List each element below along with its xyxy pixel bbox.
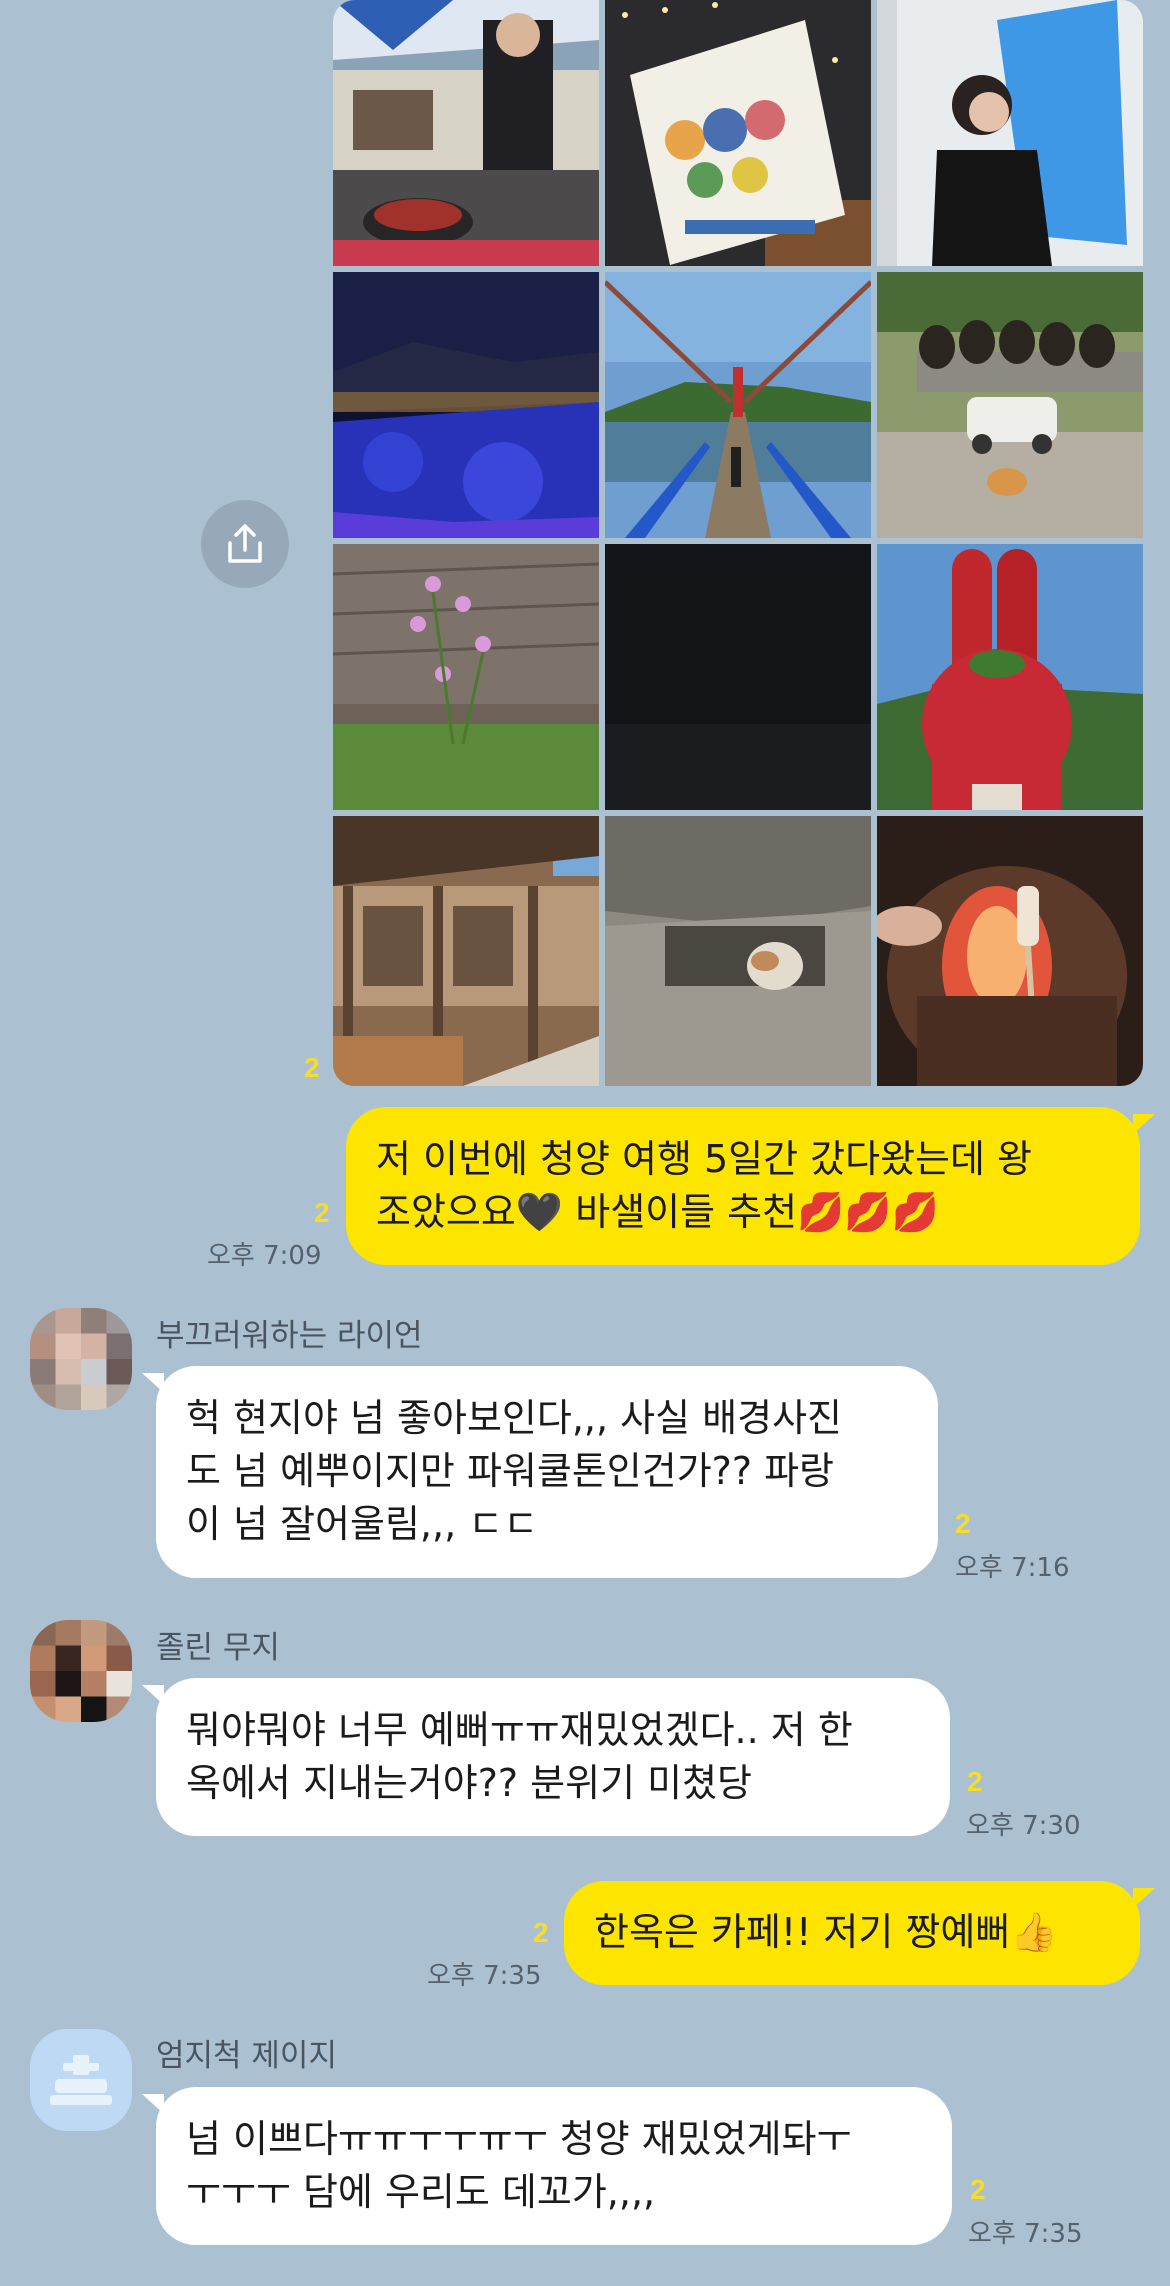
message-bubble[interactable]: 넘 이쁘다ㅠㅠㅜㅜㅠㅜ 청양 재밌었게돠ㅜ ㅜㅜㅜ 담에 우리도 데꼬가,,,, [156,2087,952,2245]
message-bubble[interactable]: 한옥은 카페!! 저기 짱예뻐👍 [564,1881,1140,1985]
message-bubble[interactable]: 뭐야뭐야 너무 예뻐ㅠㅠ재밌었겠다.. 저 한 옥에서 지내는거야?? 분위기 … [156,1678,950,1836]
bubble-tail [142,1373,164,1393]
message-time: 오후 7:09 [207,1241,322,1271]
photo-field-wildflowers[interactable] [333,544,599,810]
photo-camping-grill[interactable] [333,0,599,266]
message-line: 옥에서 지내는거야?? 분위기 미쳤당 [186,1761,753,1805]
unread-count: 2 [304,1052,320,1083]
message-time: 오후 7:16 [955,1553,1070,1583]
message-line: 헉 현지야 넘 좋아보인다,,, 사실 배경사진 [186,1396,842,1440]
photo-tiger-poster-drawing[interactable] [605,0,871,266]
message-line: 저 이번에 청양 여행 5일간 갔다왔는데 왕 [376,1137,1033,1181]
message-line: 넘 이쁘다ㅠㅠㅜㅜㅠㅜ 청양 재밌었게돠ㅜ [186,2117,852,2161]
avatar[interactable] [30,1308,132,1410]
unread-count: 2 [967,1766,983,1797]
message-line: 도 넘 예뿌이지만 파워쿨톤인건가?? 파랑 [186,1449,835,1493]
sender-name: 엄지척 제이지 [156,2038,337,2074]
share-upload-icon [228,524,262,563]
bubble-tail [142,2094,164,2114]
photo-dark-night-sky[interactable] [605,544,871,810]
message-time: 오후 7:35 [427,1961,542,1991]
person-silhouette-icon [30,2029,132,2131]
photo-chili-pepper-statue[interactable] [877,544,1143,810]
unread-count: 2 [314,1197,330,1228]
unread-count: 2 [970,2174,986,2205]
message-line: 뭐야뭐야 너무 예뻐ㅠㅠ재밌었겠다.. 저 한 [186,1708,853,1752]
message-bubble[interactable]: 저 이번에 청양 여행 5일간 갔다왔는데 왕 조았으요🖤 바샐이들 추천💋💋💋 [346,1107,1140,1265]
photo-suspension-bridge[interactable] [605,272,871,538]
photo-jars-and-cat[interactable] [877,272,1143,538]
message-time: 오후 7:35 [968,2219,1083,2249]
bubble-tail [142,1685,164,1705]
sender-name: 졸린 무지 [156,1630,280,1666]
avatar[interactable] [30,2029,132,2131]
message-bubble[interactable]: 헉 현지야 넘 좋아보인다,,, 사실 배경사진 도 넘 예뿌이지만 파워쿨톤인… [156,1366,938,1578]
message-line: 조았으요🖤 바샐이들 추천💋💋💋 [376,1190,940,1234]
photo-hanok-house[interactable] [333,816,599,1086]
photo-cat-under-rock[interactable] [605,816,871,1086]
message-line: ㅜㅜㅜ 담에 우리도 데꼬가,,,, [186,2170,656,2214]
share-button[interactable] [201,500,289,588]
sender-name: 부끄러워하는 라이언 [156,1318,423,1354]
avatar[interactable] [30,1620,132,1722]
unread-count: 2 [955,1508,971,1539]
bubble-tail [1133,1114,1155,1134]
message-line: 한옥은 카페!! 저기 짱예뻐👍 [594,1910,1058,1954]
bubble-tail [1133,1888,1155,1908]
unread-count: 2 [533,1917,549,1948]
photo-night-city-blue-lights[interactable] [333,272,599,538]
photo-campfire-marshmallow[interactable] [877,816,1143,1086]
message-line: 이 넘 잘어울림,,, ㄷㄷ [186,1502,539,1546]
photo-portrait-blue-backdrop[interactable] [877,0,1143,266]
message-time: 오후 7:30 [966,1811,1081,1841]
